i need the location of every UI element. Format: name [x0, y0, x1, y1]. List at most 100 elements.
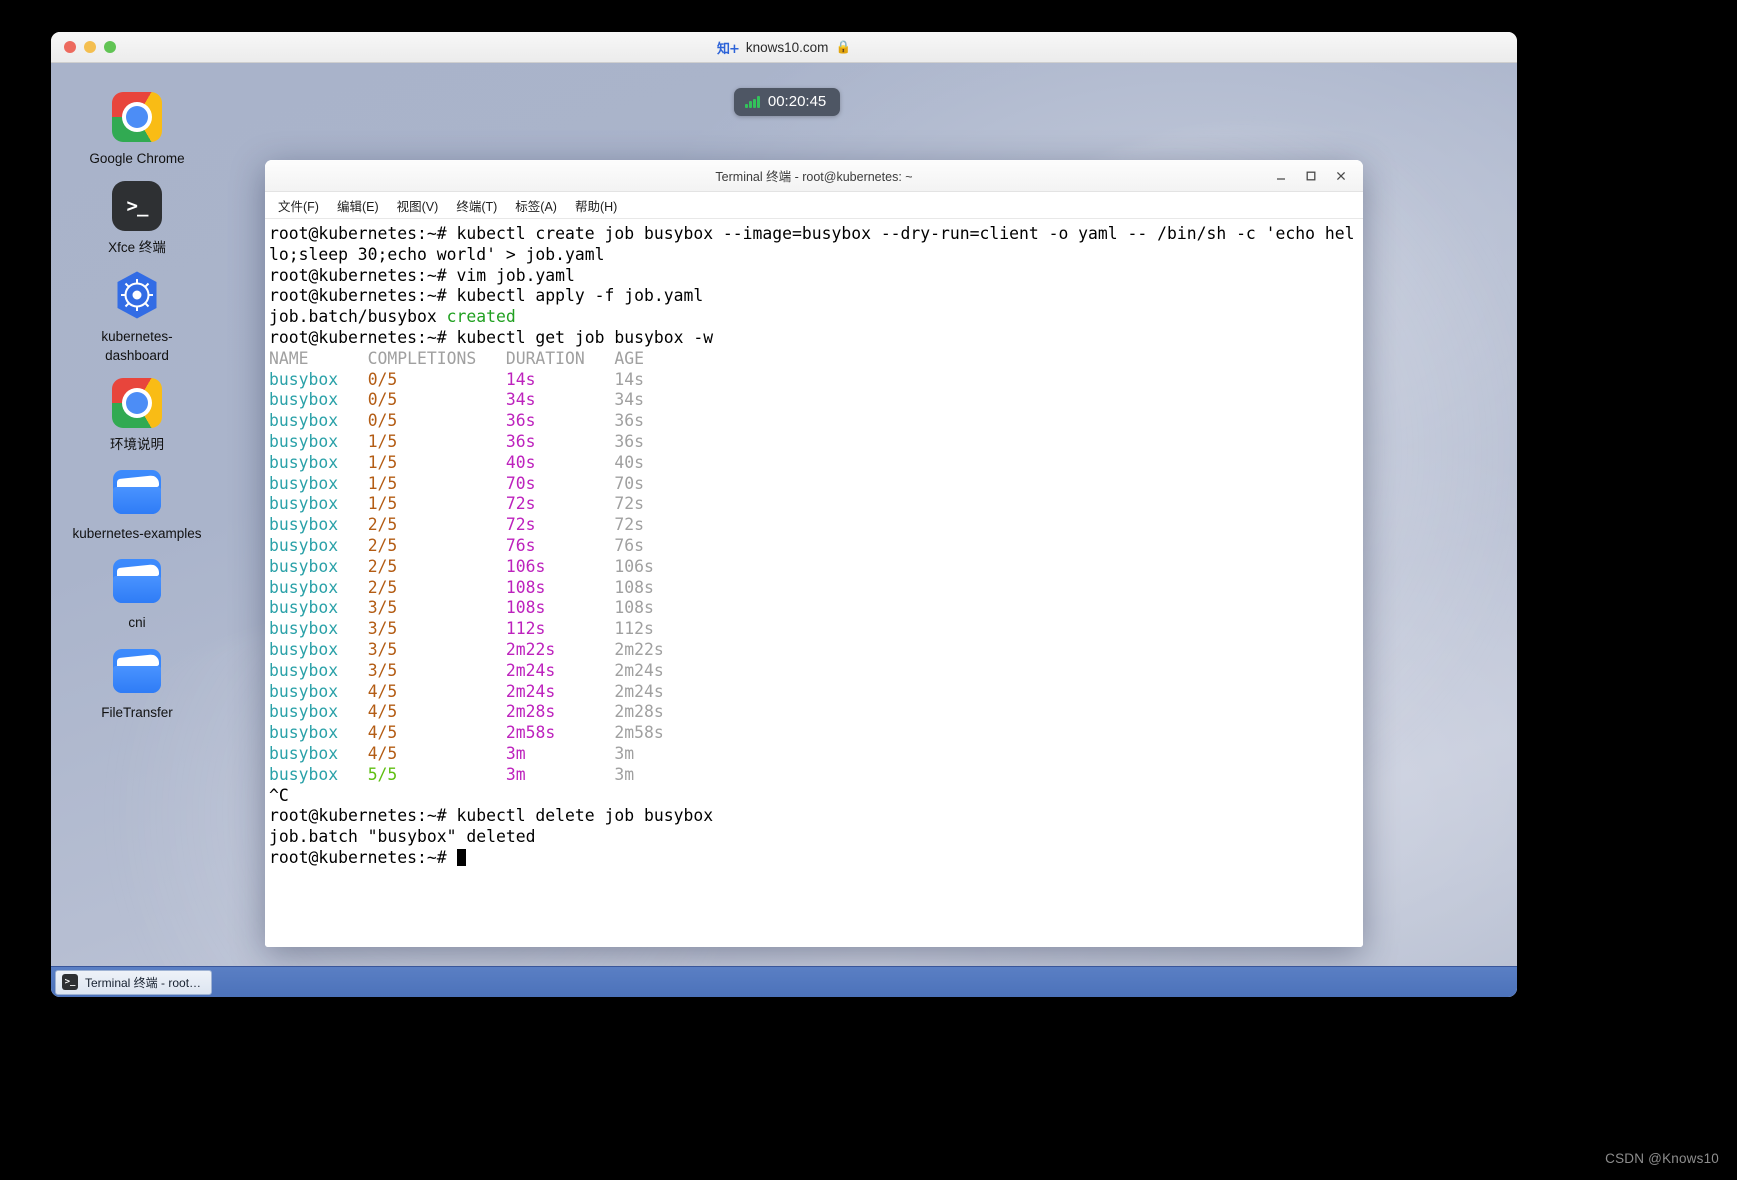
desktop-icon-cni[interactable]: cni — [67, 555, 207, 632]
terminal-text: 2m24s — [614, 660, 664, 680]
maximize-icon[interactable] — [1297, 163, 1325, 189]
terminal-line: root@kubernetes:~# vim job.yaml — [269, 266, 1363, 287]
menu-item-help[interactable]: 帮助(H) — [566, 193, 626, 218]
desktop-icon-label: Xfce 终端 — [108, 240, 166, 256]
terminal-line: job.batch "busybox" deleted — [269, 827, 1363, 848]
terminal-text: 108s — [614, 577, 654, 597]
menu-item-edit[interactable]: 编辑(E) — [328, 193, 388, 218]
terminal-text: busybox — [269, 452, 368, 472]
terminal-line: busybox 2/5 106s 106s — [269, 557, 1363, 578]
session-timer: 00:20:45 — [734, 88, 841, 116]
terminal-line: root@kubernetes:~# kubectl apply -f job.… — [269, 286, 1363, 307]
terminal-output[interactable]: root@kubernetes:~# kubectl create job bu… — [265, 219, 1363, 947]
desktop-icon-label: kubernetes-examples — [72, 526, 202, 542]
terminal-text: 2/5 — [367, 577, 398, 597]
terminal-text: 2m22s — [614, 639, 664, 659]
menu-item-terminal[interactable]: 终端(T) — [447, 193, 506, 218]
terminal-body[interactable]: root@kubernetes:~# kubectl create job bu… — [265, 219, 1363, 947]
menu-item-view[interactable]: 视图(V) — [388, 193, 448, 218]
desktop-icon-file-transfer[interactable]: FileTransfer — [67, 645, 207, 722]
terminal-text: busybox — [269, 431, 368, 451]
terminal-text: 2/5 — [367, 535, 398, 555]
terminal-line: busybox 0/5 14s 14s — [269, 370, 1363, 391]
zoom-window-button[interactable] — [104, 41, 116, 53]
terminal-text: busybox — [269, 390, 368, 410]
terminal-text: busybox — [269, 494, 368, 514]
terminal-text: 0/5 — [367, 390, 398, 410]
terminal-text: busybox — [269, 515, 368, 535]
desktop-icon-google-chrome[interactable]: Google Chrome — [67, 91, 207, 168]
terminal-window-controls — [1267, 160, 1355, 192]
terminal-line: busybox 0/5 36s 36s — [269, 411, 1363, 432]
folder-icon — [111, 466, 163, 518]
terminal-text: 3m — [505, 743, 526, 763]
terminal-text: NAME COMPLETIONS DURATION AGE — [269, 348, 644, 368]
close-icon[interactable] — [1327, 163, 1355, 189]
terminal-line: busybox 2/5 76s 76s — [269, 536, 1363, 557]
folder-icon — [111, 555, 163, 607]
terminal-text: 3m — [614, 764, 635, 784]
terminal-text: 4/5 — [367, 743, 398, 763]
terminal-text: 1/5 — [367, 452, 398, 472]
menu-item-tabs[interactable]: 标签(A) — [506, 193, 566, 218]
desktop-icon-xfce-terminal[interactable]: >_ Xfce 终端 — [67, 180, 207, 257]
address-bar[interactable]: 知+ knows10.com 🔒 — [51, 32, 1517, 62]
terminal-text: 2m24s — [614, 681, 664, 701]
terminal-text: 3m — [614, 743, 635, 763]
taskbar-item-terminal[interactable]: >_ Terminal 终端 - root… — [55, 969, 213, 995]
desktop-icon-environment-notes[interactable]: 环境说明 — [67, 377, 207, 454]
url-text: knows10.com — [745, 39, 829, 55]
terminal-text: 3m — [505, 764, 526, 784]
terminal-text: 72s — [505, 494, 536, 514]
terminal-line: ^C — [269, 786, 1363, 807]
terminal-text: busybox — [269, 577, 368, 597]
terminal-line: busybox 5/5 3m 3m — [269, 765, 1363, 786]
chrome-icon — [111, 91, 163, 143]
terminal-line: busybox 3/5 2m24s 2m24s — [269, 661, 1363, 682]
terminal-text: 72s — [505, 515, 536, 535]
terminal-text: root@kubernetes:~# kubectl delete job bu… — [269, 806, 714, 826]
terminal-text: 112s — [614, 619, 654, 639]
terminal-line: root@kubernetes:~# kubectl get job busyb… — [269, 328, 1363, 349]
terminal-text: 1/5 — [367, 431, 398, 451]
menu-item-file[interactable]: 文件(F) — [269, 193, 328, 218]
terminal-text: busybox — [269, 764, 368, 784]
terminal-text: job.batch/busybox — [269, 307, 447, 327]
desktop-icon-kubernetes-examples[interactable]: kubernetes-examples — [67, 466, 207, 543]
terminal-titlebar[interactable]: Terminal 终端 - root@kubernetes: ~ — [265, 160, 1363, 192]
watermark: CSDN @Knows10 — [1605, 1151, 1719, 1166]
terminal-text: busybox — [269, 743, 368, 763]
terminal-text: 112s — [505, 619, 546, 639]
terminal-text: 2/5 — [367, 515, 398, 535]
terminal-text: 0/5 — [367, 411, 398, 431]
terminal-text: 36s — [614, 411, 645, 431]
desktop-icon-label: Google Chrome — [89, 151, 185, 166]
terminal-line: root@kubernetes:~# — [269, 848, 1363, 869]
close-window-button[interactable] — [64, 41, 76, 53]
desktop-icon-kubernetes-dashboard[interactable]: kubernetes-dashboard — [67, 269, 207, 364]
desktop-icon-label: FileTransfer — [101, 704, 173, 720]
terminal-text: 4/5 — [367, 681, 398, 701]
minimize-icon[interactable] — [1267, 163, 1295, 189]
window-traffic-lights — [64, 41, 116, 53]
terminal-text: busybox — [269, 619, 368, 639]
terminal-text: busybox — [269, 639, 368, 659]
minimize-window-button[interactable] — [84, 41, 96, 53]
